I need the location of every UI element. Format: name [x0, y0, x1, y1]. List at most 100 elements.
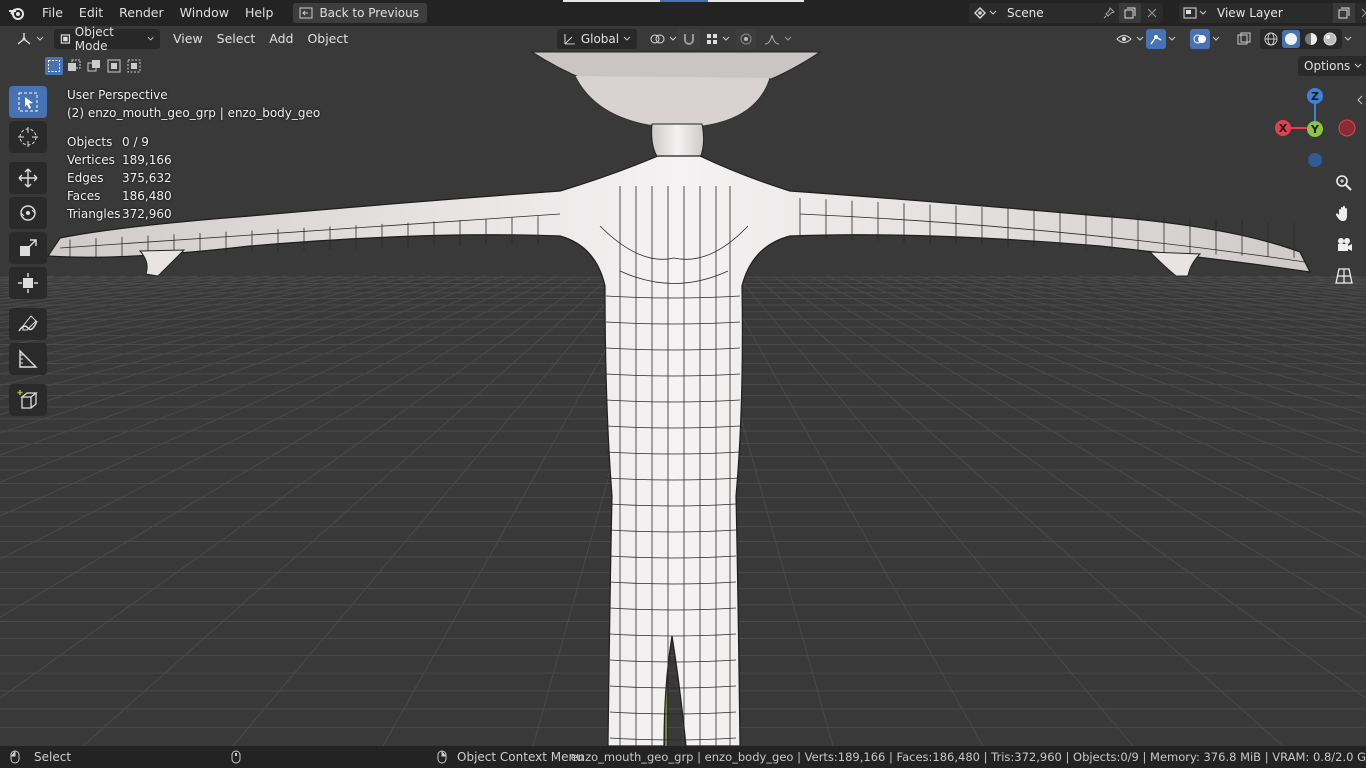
gizmo-z-label: Z — [1311, 90, 1319, 103]
solid-shading-button[interactable] — [1282, 30, 1300, 48]
shading-mode-buttons — [1260, 29, 1342, 49]
scene-name-field[interactable]: Scene — [1001, 3, 1119, 23]
tool-add-cube[interactable] — [9, 384, 47, 416]
mouse-left-icon — [10, 750, 20, 764]
options-dropdown[interactable]: Options — [1298, 56, 1366, 76]
pin-icon[interactable] — [1103, 7, 1115, 19]
select-extend-button[interactable] — [65, 57, 83, 75]
new-scene-button[interactable] — [1119, 3, 1141, 23]
visibility-dropdown[interactable] — [1110, 29, 1150, 49]
stat-triangles: Triangles 372,960 — [67, 205, 320, 223]
new-view-layer-button[interactable] — [1333, 3, 1355, 23]
duplicate-icon — [1338, 7, 1350, 19]
stat-value: 0 / 9 — [122, 135, 149, 149]
proportional-falloff-dropdown[interactable] — [758, 29, 798, 49]
sidebar-toggle-arrow-icon[interactable] — [1356, 95, 1364, 105]
delete-view-layer-button[interactable] — [1355, 3, 1366, 23]
viewport-header: Object Mode View Select Add Object Globa… — [0, 26, 1366, 53]
tool-scale[interactable] — [9, 232, 47, 264]
gizmo-toggle[interactable] — [1146, 29, 1166, 49]
object-menu[interactable]: Object — [300, 26, 355, 52]
view-layer-browse-button[interactable] — [1179, 3, 1211, 23]
add-cube-icon — [17, 390, 38, 409]
select-invert-button[interactable] — [105, 57, 123, 75]
stat-value: 186,480 — [122, 189, 172, 203]
stat-value: 375,632 — [122, 171, 172, 185]
stat-label: Triangles — [67, 207, 121, 221]
add-menu[interactable]: Add — [262, 26, 300, 52]
toggle-perspective-button[interactable] — [1331, 263, 1357, 289]
chevron-down-icon — [669, 36, 677, 41]
proportional-editing-toggle[interactable] — [736, 29, 756, 49]
tool-annotate[interactable] — [9, 308, 47, 340]
chevron-down-icon — [1168, 36, 1176, 41]
select-intersect-button[interactable] — [125, 57, 143, 75]
material-preview-shading-icon[interactable] — [1303, 31, 1319, 47]
gizmo-neg-z-icon[interactable] — [1308, 153, 1322, 167]
view-layer-name-field[interactable]: View Layer — [1211, 3, 1333, 23]
status-scene-info: enzo_mouth_geo_grp | enzo_body_geo | Ver… — [570, 750, 1366, 764]
tool-select-box[interactable] — [9, 86, 47, 118]
blender-logo-icon[interactable] — [0, 0, 34, 26]
select-new-button[interactable] — [45, 57, 63, 75]
delete-scene-button[interactable] — [1141, 3, 1163, 23]
select-intersect-icon — [127, 59, 141, 73]
camera-view-button[interactable] — [1331, 232, 1357, 258]
status-context-menu-hint: Object Context Menu — [457, 750, 584, 764]
chevron-down-icon — [1344, 36, 1352, 41]
editor-type-button[interactable] — [10, 29, 50, 49]
close-icon — [1361, 8, 1366, 18]
stat-label: Faces — [67, 189, 101, 203]
shading-dropdown[interactable] — [1342, 29, 1354, 49]
chevron-down-icon — [1212, 36, 1220, 41]
snap-toggle[interactable] — [678, 29, 700, 49]
snap-target-dropdown[interactable] — [700, 29, 736, 49]
transform-orientation-dropdown[interactable]: Global — [557, 29, 637, 49]
select-subtract-button[interactable] — [85, 57, 103, 75]
overlays-toggle[interactable] — [1190, 29, 1210, 49]
chevron-down-icon — [1354, 63, 1362, 68]
overlays-dropdown[interactable] — [1210, 29, 1222, 49]
view-layer-icon — [1183, 7, 1197, 19]
mode-dropdown[interactable]: Object Mode — [54, 26, 160, 53]
menu-render[interactable]: Render — [111, 0, 172, 26]
navigation-gizmo[interactable]: Y Z X — [1274, 86, 1358, 170]
tool-transform[interactable] — [9, 267, 47, 299]
eye-icon — [1116, 35, 1132, 43]
menu-window[interactable]: Window — [172, 0, 237, 26]
tool-rotate[interactable] — [9, 197, 47, 229]
overlays-icon — [1193, 34, 1206, 44]
status-bar: Select Object Context Menu enzo_mouth_ge… — [0, 746, 1366, 768]
scene-browse-button[interactable] — [969, 3, 1001, 23]
wireframe-shading-icon[interactable] — [1263, 31, 1279, 47]
chevron-down-icon — [989, 10, 997, 15]
scene-selector: Scene View Layer — [969, 3, 1366, 23]
stat-vertices: Vertices 189,166 — [67, 151, 320, 169]
tool-cursor[interactable] — [9, 121, 47, 153]
menu-edit[interactable]: Edit — [71, 0, 111, 26]
back-to-previous-button[interactable]: Back to Previous — [293, 3, 427, 23]
gizmo-neg-x-icon[interactable] — [1338, 119, 1356, 137]
stat-edges: Edges 375,632 — [67, 169, 320, 187]
view-menu[interactable]: View — [166, 26, 210, 52]
top-menu-bar: File Edit Render Window Help Back to Pre… — [0, 0, 1366, 26]
select-new-icon — [48, 60, 60, 72]
active-workspace-marker — [660, 0, 708, 2]
rendered-shading-icon[interactable] — [1322, 31, 1338, 47]
scene-icon — [974, 7, 986, 19]
tool-move[interactable] — [9, 162, 47, 194]
stat-faces: Faces 186,480 — [67, 187, 320, 205]
xray-toggle[interactable] — [1234, 29, 1254, 49]
menu-help[interactable]: Help — [237, 0, 282, 26]
proportional-editing-icon — [740, 33, 752, 45]
gizmo-dropdown[interactable] — [1166, 29, 1178, 49]
menu-file[interactable]: File — [34, 0, 71, 26]
stat-label: Vertices — [67, 153, 115, 167]
select-menu[interactable]: Select — [210, 26, 263, 52]
zoom-magnifier-icon — [1336, 175, 1352, 191]
tool-measure[interactable] — [9, 343, 47, 375]
pivot-point-dropdown[interactable] — [643, 29, 683, 49]
pan-button[interactable] — [1331, 201, 1357, 227]
view-layer-name: View Layer — [1217, 6, 1283, 20]
zoom-button[interactable] — [1331, 170, 1357, 196]
